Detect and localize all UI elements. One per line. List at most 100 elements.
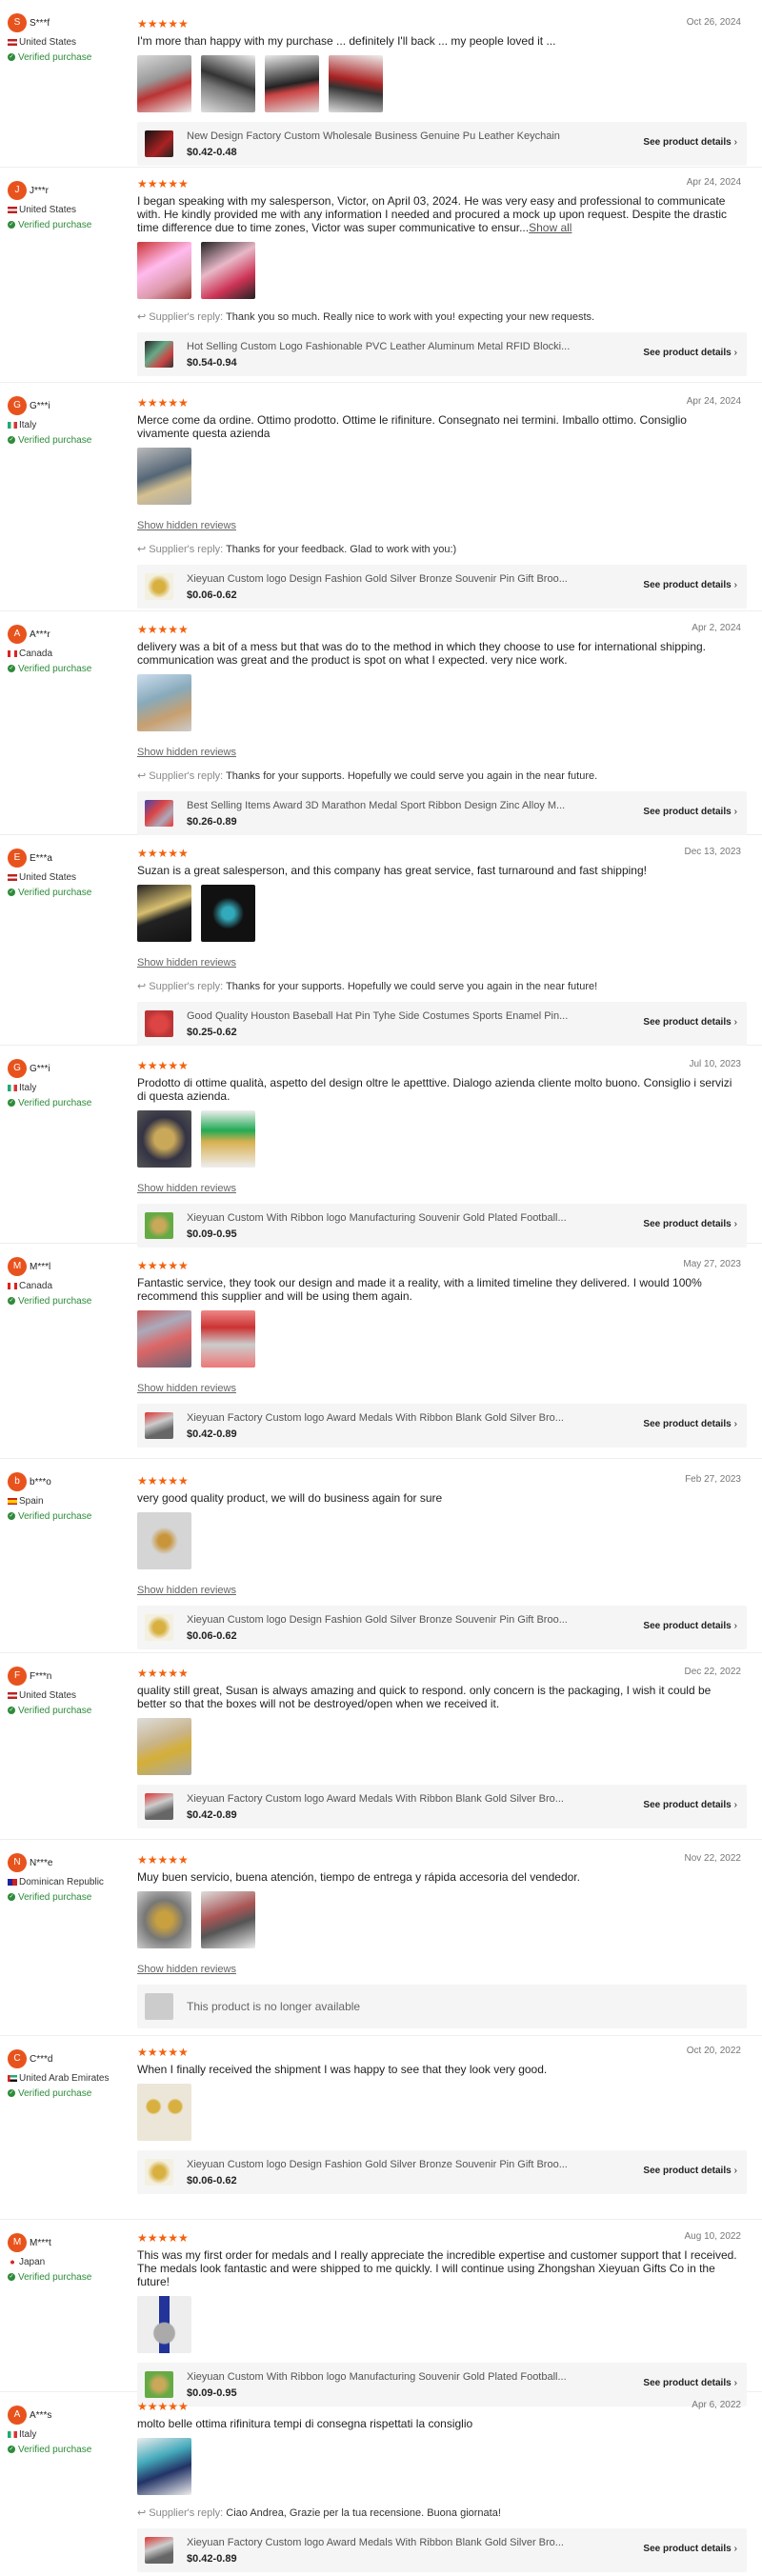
star-rating: ★★★★★ bbox=[137, 1667, 189, 1680]
review-images bbox=[137, 2438, 741, 2495]
see-product-details-link[interactable]: See product details › bbox=[643, 1017, 737, 1028]
verified-badge: ✓ Verified purchase bbox=[8, 2272, 92, 2283]
show-hidden-reviews-link[interactable]: Show hidden reviews bbox=[137, 520, 741, 531]
product-price: $0.42-0.89 bbox=[187, 1428, 237, 1440]
chevron-right-icon: › bbox=[733, 348, 737, 358]
see-product-details-link[interactable]: See product details › bbox=[643, 2544, 737, 2554]
review-photo[interactable] bbox=[137, 2296, 191, 2353]
reviewer-info: S S***f United States ✓ Verified purchase bbox=[8, 13, 131, 63]
see-product-details-link[interactable]: See product details › bbox=[643, 2166, 737, 2176]
show-hidden-reviews-link[interactable]: Show hidden reviews bbox=[137, 1383, 741, 1394]
review-photo[interactable] bbox=[137, 2084, 191, 2141]
see-product-details-link[interactable]: See product details › bbox=[643, 137, 737, 148]
product-thumbnail bbox=[145, 1412, 173, 1439]
product-card[interactable]: Good Quality Houston Baseball Hat Pin Ty… bbox=[137, 1002, 747, 1046]
review-photo[interactable] bbox=[137, 55, 191, 112]
product-card[interactable]: Xieyuan Custom logo Design Fashion Gold … bbox=[137, 2150, 747, 2194]
reviewer-country: Italy bbox=[8, 1083, 131, 1093]
review-photo[interactable] bbox=[137, 1512, 191, 1569]
product-price: $0.26-0.89 bbox=[187, 816, 237, 828]
reviewer-name: S***f bbox=[30, 17, 50, 29]
review-images bbox=[137, 2084, 741, 2141]
star-rating: ★★★★★ bbox=[137, 623, 189, 636]
review-photo[interactable] bbox=[137, 242, 191, 299]
see-product-details-link[interactable]: See product details › bbox=[643, 348, 737, 358]
show-hidden-reviews-link[interactable]: Show hidden reviews bbox=[137, 1585, 741, 1596]
product-price: $0.09-0.95 bbox=[187, 1228, 237, 1240]
see-product-details-link[interactable]: See product details › bbox=[643, 1800, 737, 1810]
product-title[interactable]: Xieyuan Custom With Ribbon logo Manufact… bbox=[187, 2371, 615, 2383]
product-title[interactable]: Hot Selling Custom Logo Fashionable PVC … bbox=[187, 341, 615, 352]
review-photo[interactable] bbox=[137, 448, 191, 505]
reviewer-country: United States bbox=[8, 1690, 131, 1701]
product-title[interactable]: Good Quality Houston Baseball Hat Pin Ty… bbox=[187, 1010, 615, 1022]
product-card: This product is no longer available bbox=[137, 1985, 747, 2028]
review-item: G G***i Italy ✓ Verified purchase ★★★★★ Ap… bbox=[0, 383, 762, 611]
check-icon: ✓ bbox=[8, 436, 15, 445]
review-photo[interactable] bbox=[265, 55, 319, 112]
avatar: E bbox=[8, 849, 27, 868]
product-card[interactable]: Best Selling Items Award 3D Marathon Med… bbox=[137, 791, 747, 835]
product-title[interactable]: Xieyuan Custom With Ribbon logo Manufact… bbox=[187, 1212, 615, 1224]
product-card[interactable]: Xieyuan Factory Custom logo Award Medals… bbox=[137, 1404, 747, 1448]
show-hidden-reviews-link[interactable]: Show hidden reviews bbox=[137, 1183, 741, 1194]
star-rating: ★★★★★ bbox=[137, 17, 189, 30]
product-title[interactable]: New Design Factory Custom Wholesale Busi… bbox=[187, 130, 615, 142]
product-title[interactable]: Best Selling Items Award 3D Marathon Med… bbox=[187, 800, 615, 811]
show-all-link[interactable]: Show all bbox=[529, 221, 572, 234]
see-product-details-link[interactable]: See product details › bbox=[643, 580, 737, 590]
product-title[interactable]: Xieyuan Custom logo Design Fashion Gold … bbox=[187, 573, 615, 585]
avatar: J bbox=[8, 181, 27, 200]
review-photo[interactable] bbox=[201, 1110, 255, 1168]
product-title[interactable]: Xieyuan Factory Custom logo Award Medals… bbox=[187, 2537, 615, 2548]
review-photo[interactable] bbox=[329, 55, 383, 112]
verified-badge: ✓ Verified purchase bbox=[8, 2088, 92, 2099]
review-photo[interactable] bbox=[201, 55, 255, 112]
product-card[interactable]: Xieyuan Factory Custom logo Award Medals… bbox=[137, 1785, 747, 1828]
product-price: $0.25-0.62 bbox=[187, 1027, 237, 1038]
review-text: Prodotto di ottime qualità, aspetto del … bbox=[137, 1076, 732, 1103]
product-card[interactable]: Xieyuan Factory Custom logo Award Medals… bbox=[137, 2528, 747, 2572]
product-title[interactable]: Xieyuan Custom logo Design Fashion Gold … bbox=[187, 1614, 615, 1626]
show-hidden-reviews-link[interactable]: Show hidden reviews bbox=[137, 1964, 741, 1975]
reply-icon: ↩ bbox=[137, 2507, 150, 2519]
product-title[interactable]: Xieyuan Factory Custom logo Award Medals… bbox=[187, 1412, 615, 1424]
review-item: A A***s Italy ✓ Verified purchase ★★★★★ Ap… bbox=[0, 2392, 762, 2576]
show-hidden-reviews-link[interactable]: Show hidden reviews bbox=[137, 957, 741, 968]
see-product-details-link[interactable]: See product details › bbox=[643, 1219, 737, 1229]
review-photo[interactable] bbox=[201, 1310, 255, 1368]
review-content: ★★★★★ Apr 24, 2024 I began speaking with… bbox=[137, 177, 747, 376]
review-photo[interactable] bbox=[137, 2438, 191, 2495]
product-title[interactable]: Xieyuan Factory Custom logo Award Medals… bbox=[187, 1793, 615, 1805]
check-icon: ✓ bbox=[8, 889, 15, 897]
review-photo[interactable] bbox=[137, 1310, 191, 1368]
verified-badge: ✓ Verified purchase bbox=[8, 1892, 92, 1903]
product-card[interactable]: Xieyuan Custom With Ribbon logo Manufact… bbox=[137, 1204, 747, 1248]
product-card[interactable]: Xieyuan Custom logo Design Fashion Gold … bbox=[137, 565, 747, 609]
product-title[interactable]: Xieyuan Custom logo Design Fashion Gold … bbox=[187, 2159, 615, 2170]
review-photo[interactable] bbox=[137, 885, 191, 942]
review-photo[interactable] bbox=[201, 242, 255, 299]
review-photo[interactable] bbox=[201, 885, 255, 942]
see-product-details-link[interactable]: See product details › bbox=[643, 807, 737, 817]
product-card[interactable]: Hot Selling Custom Logo Fashionable PVC … bbox=[137, 332, 747, 376]
check-icon: ✓ bbox=[8, 1297, 15, 1306]
see-product-details-link[interactable]: See product details › bbox=[643, 2378, 737, 2388]
star-rating: ★★★★★ bbox=[137, 177, 189, 190]
review-photo[interactable] bbox=[201, 1891, 255, 1948]
product-card[interactable]: New Design Factory Custom Wholesale Busi… bbox=[137, 122, 747, 166]
see-product-details-link[interactable]: See product details › bbox=[643, 1419, 737, 1429]
reply-icon: ↩ bbox=[137, 981, 150, 992]
review-photo[interactable] bbox=[137, 1891, 191, 1948]
review-text: This was my first order for medals and I… bbox=[137, 2248, 737, 2288]
see-product-details-link[interactable]: See product details › bbox=[643, 1621, 737, 1631]
review-photo[interactable] bbox=[137, 1110, 191, 1168]
chevron-right-icon: › bbox=[733, 580, 737, 590]
review-photo[interactable] bbox=[137, 1718, 191, 1775]
flag-ae-icon bbox=[8, 2074, 17, 2082]
product-card[interactable]: Xieyuan Custom logo Design Fashion Gold … bbox=[137, 1606, 747, 1649]
show-hidden-reviews-link[interactable]: Show hidden reviews bbox=[137, 747, 741, 758]
reviewer-country: Dominican Republic bbox=[8, 1877, 131, 1887]
review-photo[interactable] bbox=[137, 674, 191, 731]
star-rating: ★★★★★ bbox=[137, 2231, 189, 2245]
